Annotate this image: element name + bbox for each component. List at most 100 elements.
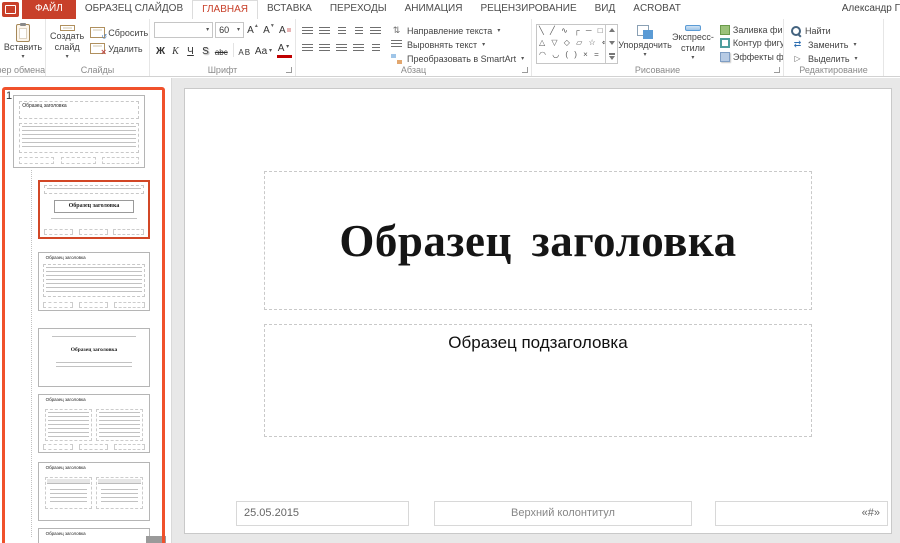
dialog-launcher-icon[interactable] (522, 67, 528, 73)
underline-button[interactable]: Ч (184, 41, 197, 58)
tab-file[interactable]: ФАЙЛ (22, 0, 76, 19)
font-name-select[interactable] (154, 22, 213, 38)
change-case-label: Аа (255, 46, 267, 57)
replace-button[interactable]: Заменить (788, 38, 880, 51)
date-placeholder[interactable]: 25.05.2015 (236, 501, 409, 526)
bullets-button[interactable] (300, 24, 315, 38)
line-spacing-button[interactable] (368, 24, 383, 38)
arrange-button[interactable]: Упорядочить (622, 22, 668, 63)
shape-gallery-row[interactable]: △ ▽ ◇ ▱ ☆ ⇐ ⇒ (539, 37, 603, 49)
text-direction-button[interactable]: Направление текста (387, 24, 528, 37)
font-size-value: 60 (219, 25, 229, 35)
find-button[interactable]: Найти (788, 24, 880, 37)
new-slide-button[interactable]: Создать слайд (50, 22, 84, 63)
thumbnail-title: Образец заголовка (46, 465, 86, 470)
footer-placeholder[interactable]: Верхний колонтитул (434, 501, 692, 526)
paragraph-group: Направление текста Выровнять текст Преоб… (296, 19, 532, 76)
shape-gallery-row[interactable]: ╲ ╱ ∿ ┌ ─ □ ○ (539, 25, 603, 37)
text-shadow-label: S (202, 46, 209, 57)
underline-label: Ч (187, 46, 194, 57)
dropdown-icon (495, 26, 502, 36)
thumbnail-title-content-layout[interactable]: Образец заголовка (38, 252, 150, 311)
strikethrough-button[interactable]: abc (214, 41, 229, 58)
slide-canvas: Образец заголовка Образец подзаголовка 2… (172, 78, 900, 543)
change-case-button[interactable]: Аа (254, 41, 275, 58)
slide-number-label: 1 (6, 90, 12, 102)
text-shadow-button[interactable]: S (199, 41, 212, 58)
paste-icon (16, 24, 30, 42)
page-number-placeholder[interactable]: «#» (715, 501, 888, 526)
delete-slide-label: Удалить (108, 44, 142, 54)
align-right-button[interactable] (334, 41, 349, 55)
reset-slide-button[interactable]: Сбросить (88, 26, 150, 39)
decrease-indent-icon (338, 27, 346, 36)
character-spacing-button[interactable]: АВ (238, 41, 252, 58)
decrease-indent-button[interactable] (334, 24, 349, 38)
gallery-up-icon[interactable] (609, 28, 615, 32)
tab-home[interactable]: ГЛАВНАЯ (192, 0, 258, 19)
gallery-more-icon[interactable] (609, 56, 615, 60)
subtitle-placeholder[interactable]: Образец подзаголовка (264, 324, 812, 437)
dropdown-icon (204, 25, 211, 35)
convert-to-smartart-button[interactable]: Преобразовать в SmartArt (387, 52, 528, 65)
shape-outline-label: Контур фигуры (733, 38, 784, 48)
tab-animations[interactable]: АНИМАЦИЯ (396, 0, 472, 19)
thumbnail-title: Образец заголовка (46, 531, 86, 536)
align-text-button[interactable]: Выровнять текст (387, 38, 528, 51)
gallery-down-icon[interactable] (609, 41, 615, 45)
thumbnail-partial-layout[interactable]: Образец заголовка (38, 528, 150, 543)
user-name[interactable]: Александр Г (842, 0, 900, 19)
thumbnail-two-content-layout[interactable]: Образец заголовка (38, 394, 150, 453)
arrange-label: Упорядочить (618, 40, 672, 50)
tab-view[interactable]: ВИД (586, 0, 625, 19)
increase-indent-button[interactable] (351, 24, 366, 38)
paste-label: Вставить (4, 42, 42, 52)
dropdown-icon (480, 40, 487, 50)
dialog-launcher-icon[interactable] (286, 67, 292, 73)
font-size-select[interactable]: 60 (215, 22, 244, 38)
thumbnail-title: Образец заголовка (46, 255, 86, 260)
clear-formatting-label: А (279, 25, 286, 36)
shape-effects-button[interactable]: Эффекты фигуры (718, 51, 784, 63)
slide-editing-area[interactable]: Образец заголовка Образец подзаголовка 2… (185, 89, 891, 533)
dropdown-icon (235, 25, 242, 35)
shape-gallery-row[interactable]: ◠ ◡ ( ) × = (539, 49, 603, 61)
thumbnail-master[interactable]: Образец заголовка (13, 95, 145, 168)
columns-icon (372, 44, 380, 53)
align-text-icon (389, 38, 404, 52)
align-left-button[interactable] (300, 41, 315, 55)
justify-button[interactable] (351, 41, 366, 55)
thumbnail-comparison-layout[interactable]: Образец заголовка (38, 462, 150, 521)
columns-button[interactable] (368, 41, 383, 55)
paste-button[interactable]: Вставить (4, 22, 42, 62)
numbering-button[interactable] (317, 24, 332, 38)
italic-button[interactable]: К (169, 41, 182, 58)
dialog-launcher-icon[interactable] (774, 67, 780, 73)
clear-formatting-button[interactable]: А (278, 22, 292, 38)
align-center-button[interactable] (317, 41, 332, 55)
quick-styles-button[interactable]: Экспресс-стили (672, 22, 714, 63)
shrink-font-button[interactable]: А (262, 22, 276, 38)
grow-font-button[interactable]: А (246, 22, 260, 38)
delete-slide-button[interactable]: Удалить (88, 42, 150, 55)
shape-fill-button[interactable]: Заливка фигуры (718, 24, 784, 36)
title-placeholder[interactable]: Образец заголовка (264, 171, 812, 310)
font-color-button[interactable]: А (277, 41, 292, 58)
editing-group: Найти Заменить Выделить Редактирование (784, 19, 884, 76)
bold-button[interactable]: Ж (154, 41, 167, 58)
tab-transitions[interactable]: ПЕРЕХОДЫ (321, 0, 396, 19)
tab-insert[interactable]: ВСТАВКА (258, 0, 321, 19)
select-button[interactable]: Выделить (788, 52, 880, 65)
dropdown-icon (284, 43, 291, 54)
tab-acrobat[interactable]: ACROBAT (624, 0, 690, 19)
select-icon (790, 52, 805, 66)
shapes-gallery[interactable]: ╲ ╱ ∿ ┌ ─ □ ○ △ ▽ ◇ ▱ ☆ ⇐ ⇒ ◠ ◡ ( ) × = (536, 24, 618, 64)
thumbnail-title-layout-selected[interactable]: Образец заголовка (38, 180, 150, 239)
align-left-icon (302, 44, 313, 53)
strikethrough-label: abc (215, 48, 228, 57)
shape-outline-button[interactable]: Контур фигуры (718, 37, 784, 49)
thumbnail-section-header-layout[interactable]: Образец заголовка (38, 328, 150, 387)
tab-review[interactable]: РЕЦЕНЗИРОВАНИЕ (471, 0, 585, 19)
gallery-scrollbar[interactable] (605, 25, 617, 63)
tab-slide-master[interactable]: ОБРАЗЕЦ СЛАЙДОВ (76, 0, 192, 19)
